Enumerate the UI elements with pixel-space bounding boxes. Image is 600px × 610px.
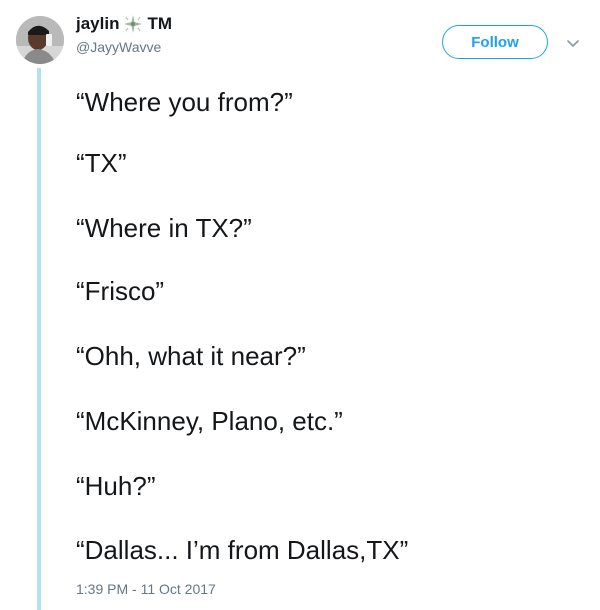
tweet-text-line: “Ohh, what it near?” xyxy=(76,341,306,371)
display-name-text: jaylin xyxy=(76,14,120,33)
display-name[interactable]: jaylin TM xyxy=(76,14,172,34)
sparkle-icon xyxy=(122,14,144,34)
thread-line xyxy=(37,68,41,610)
chevron-down-icon[interactable] xyxy=(566,36,580,48)
tweet-text-line: “Where in TX?” xyxy=(76,213,252,243)
follow-button[interactable]: Follow xyxy=(442,25,548,59)
avatar[interactable] xyxy=(16,16,64,64)
tweet-text-line: “Where you from?” xyxy=(76,87,293,117)
tweet-text-line: “Huh?” xyxy=(76,471,156,501)
tweet-text-line: “TX” xyxy=(76,148,127,178)
user-handle[interactable]: @JayyWavve xyxy=(76,39,161,55)
tweet-text-line: “Dallas... I’m from Dallas,TX” xyxy=(76,535,409,565)
tweet-text-line: “McKinney, Plano, etc.” xyxy=(76,406,343,436)
avatar-image xyxy=(16,16,64,64)
tweet-text-line: “Frisco” xyxy=(76,276,165,306)
display-name-suffix: TM xyxy=(147,14,173,33)
tweet-card: jaylin TM @JayyWavve Follow “Where you f… xyxy=(0,0,600,610)
tweet-timestamp[interactable]: 1:39 PM - 11 Oct 2017 xyxy=(76,581,216,597)
